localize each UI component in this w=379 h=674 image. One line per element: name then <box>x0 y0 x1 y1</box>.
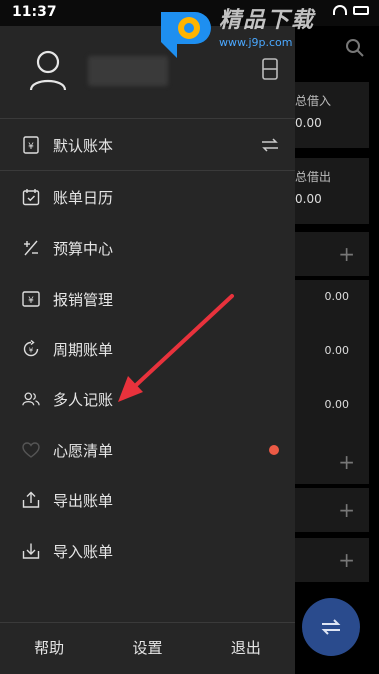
annotation-arrow <box>118 294 234 402</box>
